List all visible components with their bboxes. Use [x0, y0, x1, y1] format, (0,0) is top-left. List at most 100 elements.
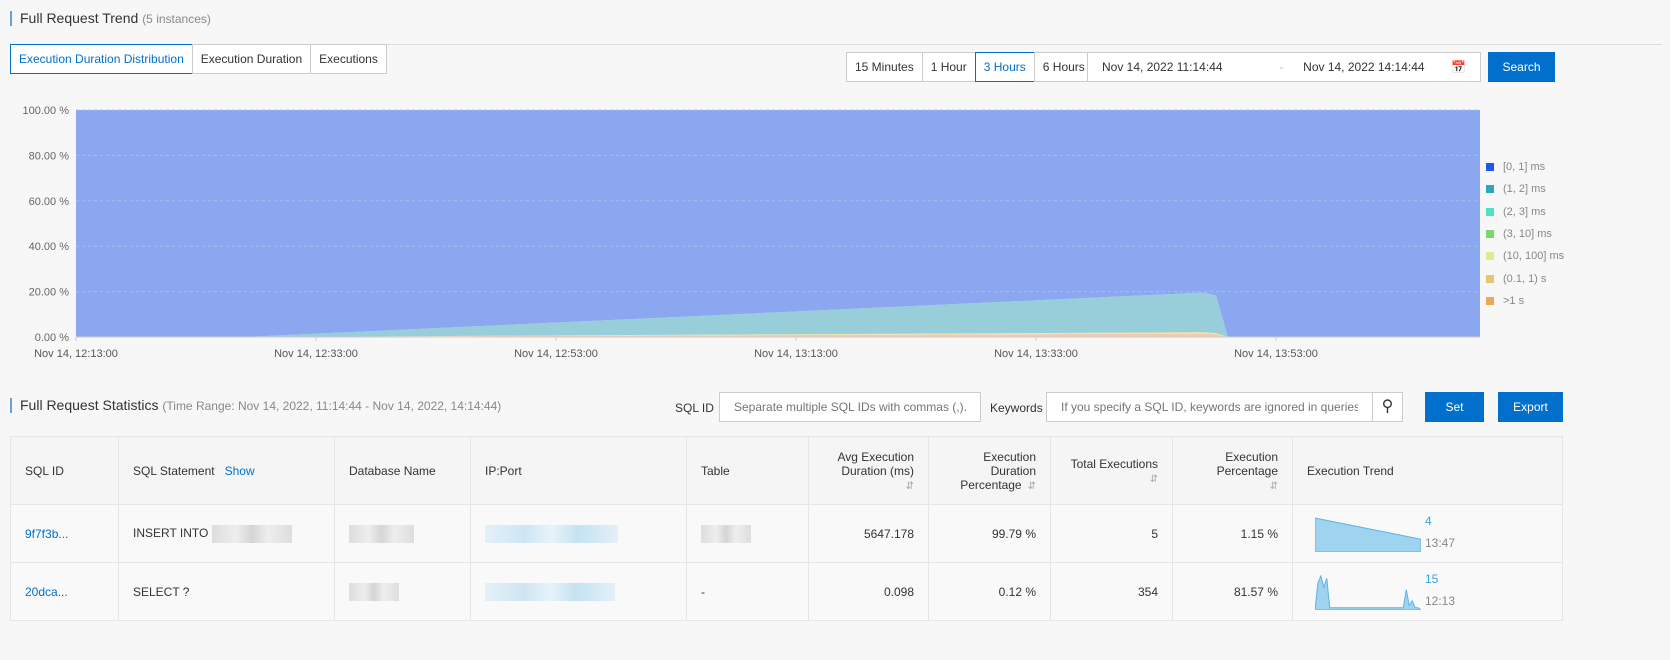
legend-swatch — [1486, 296, 1494, 305]
chart-type-tabs: Execution Duration Distribution Executio… — [10, 44, 387, 74]
x-tick-label: Nov 14, 13:33:00 — [994, 348, 1078, 360]
sort-icon[interactable]: ⇵ — [1150, 474, 1158, 485]
col-sql-statement: SQL Statement Show — [118, 436, 335, 505]
sql-id-link[interactable]: 9f7f3b... — [10, 504, 119, 563]
range-15-minutes[interactable]: 15 Minutes — [846, 52, 923, 82]
avg-duration: 0.098 — [808, 562, 929, 621]
x-tick-label: Nov 14, 13:13:00 — [754, 348, 838, 360]
y-tick-label: 40.00 % — [29, 241, 70, 253]
legend-label: (3, 10] ms — [1503, 228, 1552, 241]
chart-legend: [0, 1] ms (1, 2] ms (2, 3] ms (3, 10] ms (10… — [1486, 156, 1564, 312]
sql-statistics-table: SQL ID SQL Statement Show Database Name … — [10, 436, 1563, 621]
legend-item[interactable]: [0, 1] ms — [1486, 156, 1564, 178]
table-row: 9f7f3b... INSERT INTO 5647.178 99.79 % 5… — [10, 504, 1563, 563]
range-6-hours[interactable]: 6 Hours — [1033, 52, 1094, 82]
ip-port — [470, 504, 687, 563]
col-table: Table — [686, 436, 809, 505]
export-button[interactable]: Export — [1498, 392, 1563, 422]
date-separator: - — [1279, 60, 1284, 74]
col-ip-port: IP:Port — [470, 436, 687, 505]
legend-item[interactable]: >1 s — [1486, 290, 1564, 312]
calendar-icon[interactable]: 📅 — [1451, 53, 1466, 81]
date-range-picker[interactable]: Nov 14, 2022 11:14:44 - Nov 14, 2022 14:… — [1087, 52, 1481, 82]
sort-icon[interactable]: ⇵ — [1270, 481, 1278, 492]
total-executions: 5 — [1050, 504, 1173, 563]
sql-id-input[interactable] — [719, 392, 981, 422]
col-sql-id: SQL ID — [10, 436, 119, 505]
tab-execution-duration-distribution[interactable]: Execution Duration Distribution — [10, 44, 193, 74]
tab-execution-duration[interactable]: Execution Duration — [191, 44, 312, 74]
stats-title: Full Request Statistics — [20, 397, 159, 413]
x-tick-label: Nov 14, 13:53:00 — [1234, 348, 1318, 360]
legend-label: [0, 1] ms — [1503, 161, 1546, 174]
tab-executions[interactable]: Executions — [310, 44, 387, 74]
start-date[interactable]: Nov 14, 2022 11:14:44 — [1102, 53, 1279, 81]
y-tick-label: 100.00 % — [23, 105, 70, 117]
col-duration-percentage[interactable]: Execution Duration Percentage ⇵ — [928, 436, 1051, 505]
legend-label: >1 s — [1503, 294, 1525, 307]
database-name — [334, 504, 471, 563]
range-1-hour[interactable]: 1 Hour — [921, 52, 976, 82]
trend-section-title: Full Request Trend (5 instances) — [10, 11, 211, 26]
database-name — [334, 562, 471, 621]
range-3-hours[interactable]: 3 Hours — [974, 52, 1035, 82]
x-tick-label: Nov 14, 12:53:00 — [514, 348, 598, 360]
col-execution-percentage[interactable]: Execution Percentage ⇵ — [1172, 436, 1293, 505]
table-name — [686, 504, 809, 563]
legend-swatch — [1486, 230, 1494, 239]
legend-label: (10, 100] ms — [1503, 250, 1565, 263]
search-button[interactable]: Search — [1488, 52, 1555, 82]
x-tick-label: Nov 14, 12:33:00 — [274, 348, 358, 360]
sql-statement: SELECT ? — [118, 562, 335, 621]
sql-id-label: SQL ID — [675, 401, 714, 415]
trend-time: 13:47 — [1425, 535, 1456, 550]
sparkline-area — [1315, 573, 1421, 610]
sparkline-area — [1315, 516, 1421, 552]
stats-section-title: Full Request Statistics (Time Range: Nov… — [10, 398, 501, 413]
redacted-text — [211, 524, 292, 543]
legend-item[interactable]: (1, 2] ms — [1486, 178, 1564, 200]
col-avg-duration[interactable]: Avg Execution Duration (ms) ⇵ — [808, 436, 929, 505]
legend-label: (2, 3] ms — [1503, 205, 1546, 218]
col-total-executions[interactable]: Total Executions ⇵ — [1050, 436, 1173, 505]
legend-swatch — [1486, 163, 1494, 172]
time-range-text: (Time Range: Nov 14, 2022, 11:14:44 - No… — [162, 399, 502, 413]
y-tick-label: 60.00 % — [29, 196, 70, 208]
execution-trend: 4 13:47 — [1292, 504, 1563, 563]
trend-peak: 15 — [1425, 571, 1439, 586]
legend-swatch — [1486, 274, 1494, 283]
col-database-name: Database Name — [334, 436, 471, 505]
avg-duration: 5647.178 — [808, 504, 929, 563]
end-date[interactable]: Nov 14, 2022 14:14:44 — [1303, 53, 1451, 81]
keywords-input[interactable] — [1046, 392, 1373, 422]
x-tick-label: Nov 14, 12:13:00 — [34, 348, 118, 360]
redacted-text — [349, 582, 399, 601]
redacted-text — [349, 524, 414, 543]
search-icon[interactable]: ⚲ — [1372, 392, 1403, 422]
show-link[interactable]: Show — [225, 464, 255, 478]
distribution-chart: 0.00 % 20.00 % 40.00 % 60.00 % 80.00 % 100.00… — [23, 105, 1480, 360]
sort-icon[interactable]: ⇵ — [906, 481, 914, 492]
statement-text: INSERT INTO — [133, 525, 209, 540]
legend-item[interactable]: (10, 100] ms — [1486, 245, 1564, 267]
legend-item[interactable]: (3, 10] ms — [1486, 223, 1564, 245]
execution-percentage: 1.15 % — [1172, 504, 1293, 563]
trend-title: Full Request Trend — [20, 10, 139, 26]
trend-peak: 4 — [1425, 513, 1432, 528]
legend-item[interactable]: (0.1, 1) s — [1486, 267, 1564, 289]
legend-item[interactable]: (2, 3] ms — [1486, 201, 1564, 223]
table-header: SQL ID SQL Statement Show Database Name … — [10, 436, 1563, 505]
col-label: Total Executions — [1070, 456, 1158, 471]
y-tick-label: 80.00 % — [29, 150, 70, 162]
sql-id-link[interactable]: 20dca... — [10, 562, 119, 621]
legend-label: (0.1, 1) s — [1503, 272, 1547, 285]
time-range-buttons: 15 Minutes 1 Hour 3 Hours 6 Hours — [846, 52, 1094, 82]
set-button[interactable]: Set — [1425, 392, 1484, 422]
y-tick-label: 20.00 % — [29, 287, 70, 299]
execution-percentage: 81.57 % — [1172, 562, 1293, 621]
legend-swatch — [1486, 252, 1494, 261]
keywords-label: Keywords — [990, 401, 1043, 415]
sort-icon[interactable]: ⇵ — [1028, 481, 1036, 492]
legend-swatch — [1486, 185, 1494, 194]
redacted-text — [701, 524, 751, 543]
